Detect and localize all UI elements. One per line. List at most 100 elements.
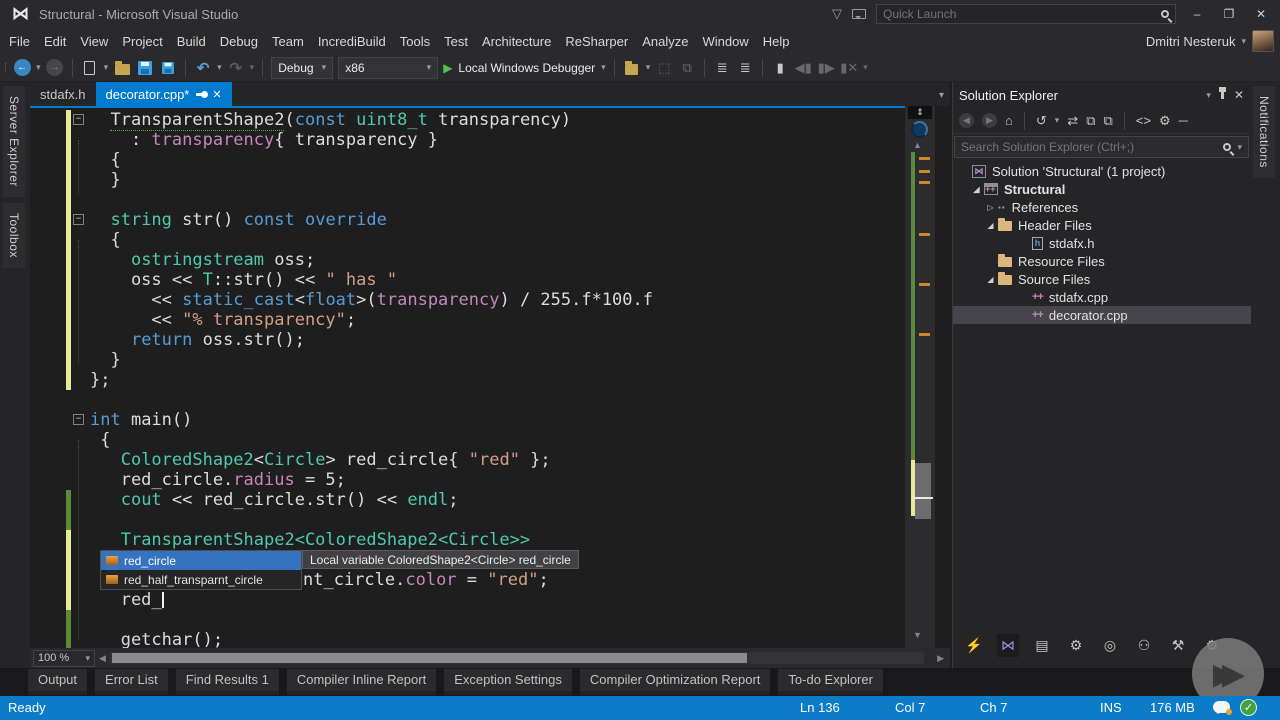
search-options-dropdown-icon[interactable]: ▾ bbox=[1237, 142, 1242, 153]
bottom-tab-compiler-optimization-report[interactable]: Compiler Optimization Report bbox=[580, 669, 771, 695]
completion-item-red-half-transparnt-circle[interactable]: red_half_transparnt_circle bbox=[101, 570, 301, 589]
expander-open-icon[interactable]: ◢ bbox=[969, 185, 984, 194]
tree-item-header-files[interactable]: ◢Header Files bbox=[953, 216, 1251, 234]
quick-launch-input[interactable] bbox=[883, 7, 1161, 21]
copy-button[interactable]: ⧉ bbox=[678, 57, 696, 79]
bottom-tab-find-results-1[interactable]: Find Results 1 bbox=[176, 669, 279, 695]
menu-edit[interactable]: Edit bbox=[37, 30, 73, 53]
menu-build[interactable]: Build bbox=[170, 30, 213, 53]
class-view-search-tool-icon[interactable]: ◎ bbox=[1099, 637, 1121, 654]
toggle-bookmark-button[interactable]: ▮ bbox=[771, 57, 789, 79]
quick-launch-box[interactable] bbox=[876, 4, 1176, 24]
find-in-files-button[interactable] bbox=[625, 64, 638, 75]
properties-wrench-icon[interactable]: ⚙ bbox=[1159, 113, 1171, 129]
menu-test[interactable]: Test bbox=[437, 30, 475, 53]
pending-changes-filter-icon[interactable]: ↺ bbox=[1036, 113, 1047, 129]
document-outline-tool-icon[interactable]: ▤ bbox=[1031, 637, 1053, 654]
fold-collapse-box[interactable]: − bbox=[73, 114, 84, 125]
next-bookmark-button[interactable]: ▮▶ bbox=[817, 57, 835, 79]
comment-lines-button[interactable]: ≣ bbox=[713, 57, 731, 79]
fold-collapse-box[interactable]: − bbox=[73, 214, 84, 225]
expander-open-icon[interactable]: ◢ bbox=[983, 275, 998, 284]
start-debugging-button[interactable]: ▶ Local Windows Debugger ▾ bbox=[443, 57, 606, 79]
save-button[interactable] bbox=[138, 61, 152, 75]
close-button[interactable]: ✕ bbox=[1250, 7, 1272, 21]
forward-icon[interactable]: ▶ bbox=[982, 113, 997, 128]
menu-architecture[interactable]: Architecture bbox=[475, 30, 558, 53]
tree-item-resource-files[interactable]: Resource Files bbox=[953, 252, 1251, 270]
redo-button[interactable]: ↷ bbox=[227, 57, 245, 79]
open-file-button[interactable] bbox=[115, 64, 130, 75]
navigate-forward-button[interactable]: → bbox=[46, 59, 63, 76]
avatar[interactable] bbox=[1252, 30, 1274, 52]
team-explorer-tool-icon[interactable]: ⚇ bbox=[1133, 637, 1155, 654]
tree-item-solution-structural-1-project[interactable]: ⋈Solution 'Structural' (1 project) bbox=[953, 162, 1251, 180]
tab-list-dropdown-icon[interactable]: ▾ bbox=[939, 90, 944, 101]
menu-view[interactable]: View bbox=[73, 30, 115, 53]
navigate-back-button[interactable]: ← bbox=[14, 59, 31, 76]
scroll-left-arrow[interactable]: ◀ bbox=[99, 653, 106, 664]
menu-incredibuild[interactable]: IncrediBuild bbox=[311, 30, 393, 53]
solution-explorer-tool-icon[interactable]: ⋈ bbox=[997, 634, 1019, 657]
solution-explorer-search-box[interactable]: ▾ bbox=[954, 136, 1249, 158]
zoom-level-select[interactable]: 100 %▾ bbox=[33, 650, 95, 667]
notifications-tab[interactable]: Notifications bbox=[1253, 86, 1275, 178]
tree-item-stdafx-cpp[interactable]: ++stdafx.cpp bbox=[953, 288, 1251, 306]
bottom-tab-exception-settings[interactable]: Exception Settings bbox=[444, 669, 572, 695]
filter-funnel-icon[interactable]: ▽ bbox=[832, 6, 842, 22]
resharper-status-icon[interactable] bbox=[911, 121, 928, 138]
menu-help[interactable]: Help bbox=[756, 30, 797, 53]
save-all-button[interactable] bbox=[162, 62, 174, 74]
bottom-tab-error-list[interactable]: Error List bbox=[95, 669, 168, 695]
menu-project[interactable]: Project bbox=[115, 30, 169, 53]
filter-dropdown-icon[interactable]: ▾ bbox=[1055, 115, 1060, 126]
scrollbar-thumb[interactable] bbox=[915, 463, 931, 519]
toolbox-tab[interactable]: Toolbox bbox=[3, 203, 25, 268]
intellisense-popup[interactable]: red_circlered_half_transparnt_circle bbox=[100, 550, 302, 590]
menu-resharper[interactable]: ReSharper bbox=[558, 30, 635, 53]
completion-item-red-circle[interactable]: red_circle bbox=[101, 551, 301, 570]
tree-item-decorator-cpp[interactable]: ++decorator.cpp bbox=[953, 306, 1251, 324]
undo-button[interactable]: ↶ bbox=[194, 57, 212, 79]
uncomment-lines-button[interactable]: ≣ bbox=[736, 57, 754, 79]
tab-decorator-cpp[interactable]: decorator.cpp* ✕ bbox=[96, 82, 232, 106]
split-window-handle[interactable]: ⇕ bbox=[908, 106, 932, 119]
sync-with-active-document-icon[interactable]: ⇄ bbox=[1067, 113, 1078, 129]
horizontal-scrollbar[interactable] bbox=[110, 652, 924, 664]
lightning-tool-icon[interactable]: ⚡ bbox=[963, 637, 985, 654]
menu-window[interactable]: Window bbox=[695, 30, 755, 53]
expander-closed-icon[interactable]: ▷ bbox=[983, 203, 998, 212]
tab-stdafx-h[interactable]: stdafx.h bbox=[30, 82, 96, 106]
preview-selected-items-icon[interactable]: ─ bbox=[1179, 113, 1188, 128]
menu-team[interactable]: Team bbox=[265, 30, 311, 53]
show-all-files-icon[interactable]: ⧉ bbox=[1104, 113, 1113, 129]
menu-analyze[interactable]: Analyze bbox=[635, 30, 695, 53]
clear-bookmarks-button[interactable]: ▮✕ bbox=[840, 57, 858, 79]
new-file-dropdown[interactable]: ▾ bbox=[104, 62, 109, 73]
analysis-ok-check-icon[interactable]: ✓ bbox=[1240, 699, 1257, 716]
find-dropdown[interactable]: ▾ bbox=[646, 62, 651, 73]
window-position-dropdown-icon[interactable]: ▾ bbox=[1206, 90, 1211, 101]
scroll-right-arrow[interactable]: ▶ bbox=[937, 653, 944, 664]
select-mode-button[interactable]: ⬚ bbox=[655, 57, 673, 79]
solution-configuration-select[interactable]: Debug▾ bbox=[271, 57, 333, 79]
bottom-tab-to-do-explorer[interactable]: To-do Explorer bbox=[778, 669, 883, 695]
tree-item-stdafx-h[interactable]: hstdafx.h bbox=[953, 234, 1251, 252]
pin-icon[interactable] bbox=[196, 93, 205, 96]
server-explorer-tab[interactable]: Server Explorer bbox=[3, 86, 25, 197]
user-account-area[interactable]: Dmitri Nesteruk ▾ bbox=[1146, 28, 1274, 54]
horizontal-scrollbar-thumb[interactable] bbox=[112, 653, 747, 663]
tree-item-references[interactable]: ▷▪▪References bbox=[953, 198, 1251, 216]
home-icon[interactable]: ⌂ bbox=[1005, 113, 1013, 128]
view-code-icon[interactable]: <> bbox=[1136, 113, 1151, 128]
close-tab-icon[interactable]: ✕ bbox=[212, 88, 221, 101]
tree-item-structural[interactable]: ◢Structural bbox=[953, 180, 1251, 198]
feedback-bubble-icon[interactable] bbox=[1213, 701, 1230, 713]
properties-tool-icon[interactable]: ⚙ bbox=[1065, 637, 1087, 654]
send-feedback-icon[interactable] bbox=[852, 9, 866, 19]
close-panel-icon[interactable]: ✕ bbox=[1234, 88, 1244, 102]
scroll-down-arrow[interactable]: ▼ bbox=[913, 630, 922, 640]
navigate-back-dropdown[interactable]: ▾ bbox=[36, 62, 41, 73]
solution-platform-select[interactable]: x86▾ bbox=[338, 57, 438, 79]
code-surface[interactable]: TransparentShape2(const uint8_t transpar… bbox=[30, 106, 935, 648]
